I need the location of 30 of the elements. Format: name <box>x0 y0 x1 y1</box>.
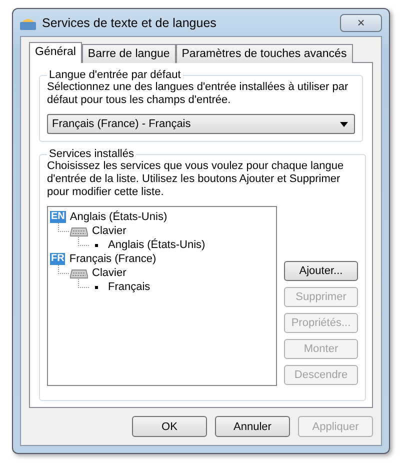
tree-connector <box>58 222 69 232</box>
dropdown-arrow-icon <box>340 122 348 126</box>
tree-item[interactable]: Clavier <box>91 225 128 237</box>
tree-item[interactable]: Anglais (États-Unis) <box>107 239 206 251</box>
keyboard-icon <box>70 225 88 237</box>
tree-connector <box>58 264 69 274</box>
description: Sélectionnez une des langues d'entrée installées à utiliser par défaut pour tous les champs d'entrée. <box>47 81 350 107</box>
dialog-button[interactable]: Annuler <box>215 416 290 437</box>
description: Choisissez les services que vous voulez pour chaque langue d'entrée de la liste. Utilisez les boutons Ajouter et Supprimer pour modifier cette liste. <box>47 160 345 199</box>
group-title: Langue d'entrée par défaut <box>48 69 182 81</box>
bullet-icon <box>95 286 98 288</box>
tab[interactable]: Général <box>29 42 82 63</box>
window-title: Services de texte et de langues <box>42 16 218 30</box>
bullet-icon <box>95 244 98 246</box>
tree-item[interactable]: Anglais (États-Unis) <box>68 211 168 223</box>
tree-connector <box>78 236 89 246</box>
keyboard-icon <box>70 267 88 279</box>
tree-connector <box>78 278 89 288</box>
language-badge: FR <box>50 253 66 265</box>
language-badge: EN <box>50 211 66 223</box>
tab[interactable]: Paramètres de touches avancés <box>176 44 353 63</box>
action-button[interactable]: Ajouter... <box>284 261 358 281</box>
tab[interactable]: Barre de langue <box>82 44 176 63</box>
language-dropdown[interactable]: Français (France) - Français <box>47 114 355 134</box>
tree-item[interactable]: Français <box>107 281 152 293</box>
close-button[interactable]: × <box>340 14 382 32</box>
group-title: Services installés <box>48 148 135 160</box>
dialog-button[interactable]: OK <box>132 416 207 437</box>
tree-item[interactable]: Clavier <box>91 267 128 279</box>
tree-item[interactable]: Français (France) <box>68 253 158 265</box>
